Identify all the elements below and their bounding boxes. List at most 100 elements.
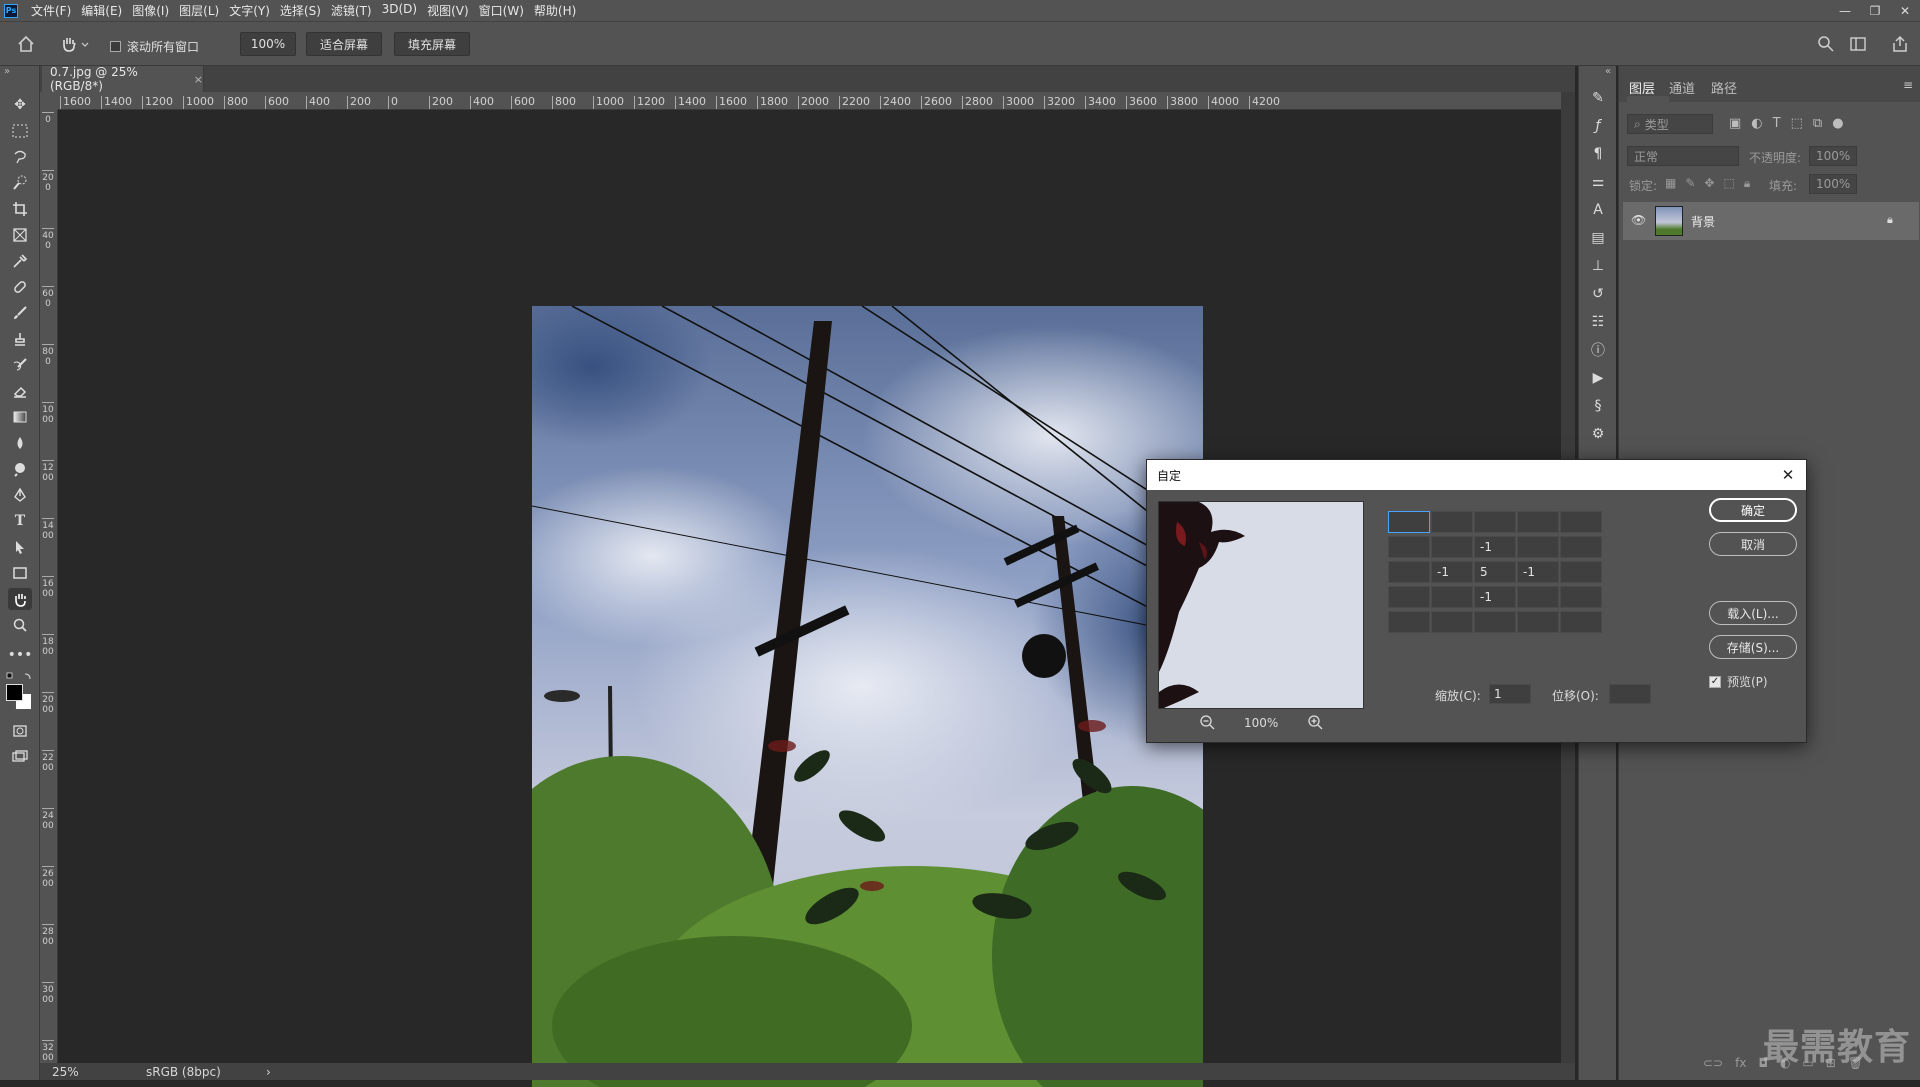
matrix-cell-r2c1[interactable]: -1 <box>1431 561 1473 583</box>
properties-icon[interactable]: ☷ <box>1588 312 1608 332</box>
matrix-cell-r2c3[interactable]: -1 <box>1517 561 1559 583</box>
close-tab-icon[interactable]: × <box>194 73 203 86</box>
lock-transparent-icon[interactable]: ▦ <box>1665 176 1676 191</box>
lock-all-icon[interactable]: 🔒︎ <box>1744 176 1750 191</box>
ok-button[interactable]: 确定 <box>1709 498 1797 522</box>
matrix-cell-r0c3[interactable] <box>1517 511 1559 533</box>
rectangle-tool-icon[interactable] <box>8 562 32 584</box>
frame-tool-icon[interactable] <box>8 224 32 246</box>
filter-toggle-icon[interactable]: ● <box>1832 116 1843 131</box>
matrix-cell-r0c2[interactable] <box>1474 511 1516 533</box>
vertical-ruler[interactable]: 0 200 400 600 800 1000 1200 1400 1600 1800 2000 220… <box>40 110 58 1064</box>
fill-screen-button[interactable]: 填充屏幕 <box>394 32 470 56</box>
menu-item-7[interactable]: 3D(D) <box>377 2 422 19</box>
status-zoom[interactable]: 25% <box>52 1065 122 1079</box>
glyphs-icon[interactable]: ƒ <box>1588 116 1608 136</box>
more-tools-icon[interactable]: ••• <box>8 644 33 666</box>
hand-tool-preset-icon[interactable] <box>58 33 90 55</box>
preview-check-icon[interactable]: ✓ <box>1709 675 1721 688</box>
document-image[interactable] <box>532 306 1203 1087</box>
zoom-in-icon[interactable] <box>1307 714 1323 730</box>
matrix-cell-r4c2[interactable] <box>1474 611 1516 633</box>
zoom-tool-icon[interactable] <box>8 614 32 636</box>
panel-menu-icon[interactable]: ≡ <box>1903 78 1913 92</box>
3d-icon[interactable]: ⚙ <box>1588 424 1608 444</box>
matrix-cell-r3c2[interactable]: -1 <box>1474 586 1516 608</box>
menu-item-4[interactable]: 文字(Y) <box>224 2 275 19</box>
menu-item-9[interactable]: 窗口(W) <box>474 2 529 19</box>
lock-position-icon[interactable]: ✥ <box>1704 176 1714 191</box>
filter-adjustment-icon[interactable]: ◐ <box>1751 116 1762 131</box>
pen-tool-icon[interactable] <box>8 484 32 506</box>
libraries-icon[interactable]: ▤ <box>1588 228 1608 248</box>
zoom-value-button[interactable]: 100% <box>240 32 296 56</box>
clone-source-icon[interactable]: ⊥ <box>1588 256 1608 276</box>
move-tool-icon[interactable]: ✥ <box>8 94 32 116</box>
filter-pixel-icon[interactable]: ▣ <box>1729 116 1741 131</box>
document-tab[interactable]: 0.7.jpg @ 25%(RGB/8*) × <box>42 65 204 93</box>
status-arrow-icon[interactable]: › <box>266 1065 271 1079</box>
close-window-button[interactable]: ✕ <box>1890 0 1920 21</box>
lasso-tool-icon[interactable] <box>8 146 32 168</box>
matrix-cell-r2c2[interactable]: 5 <box>1474 561 1516 583</box>
type-tool-icon[interactable]: T <box>8 510 32 532</box>
path-selection-tool-icon[interactable] <box>8 536 32 558</box>
matrix-cell-r1c2[interactable]: -1 <box>1474 536 1516 558</box>
scale-input[interactable]: 1 <box>1489 684 1531 704</box>
blend-mode-select[interactable]: 正常 <box>1627 146 1739 166</box>
swatches-icon[interactable]: § <box>1588 396 1608 416</box>
screen-mode-icon[interactable] <box>8 746 32 768</box>
matrix-cell-r1c0[interactable] <box>1388 536 1430 558</box>
matrix-cell-r4c3[interactable] <box>1517 611 1559 633</box>
eraser-tool-icon[interactable] <box>8 380 32 402</box>
offset-input[interactable] <box>1609 684 1651 704</box>
gradient-tool-icon[interactable] <box>8 406 32 428</box>
marquee-tool-icon[interactable] <box>8 120 32 142</box>
paragraph-icon[interactable]: ¶ <box>1588 144 1608 164</box>
matrix-cell-r3c4[interactable] <box>1560 586 1602 608</box>
matrix-cell-r0c0[interactable] <box>1388 511 1430 533</box>
collapse-toolbar-icon[interactable]: » <box>4 66 10 77</box>
adjustments-icon[interactable]: ⚌ <box>1588 172 1608 192</box>
actions-play-icon[interactable]: ▶ <box>1588 368 1608 388</box>
matrix-cell-r3c3[interactable] <box>1517 586 1559 608</box>
tab-layers[interactable]: 图层 <box>1629 78 1655 97</box>
matrix-cell-r4c0[interactable] <box>1388 611 1430 633</box>
quick-selection-tool-icon[interactable] <box>8 172 32 194</box>
menu-item-0[interactable]: 文件(F) <box>26 2 76 19</box>
matrix-cell-r3c1[interactable] <box>1431 586 1473 608</box>
lock-pixels-icon[interactable]: ✎ <box>1685 176 1695 191</box>
layer-name[interactable]: 背景 <box>1691 213 1715 230</box>
blur-tool-icon[interactable] <box>8 432 32 454</box>
save-button[interactable]: 存储(S)... <box>1709 635 1797 659</box>
checkbox-box[interactable] <box>110 41 121 52</box>
brush-tool-icon[interactable] <box>8 302 32 324</box>
matrix-cell-r1c3[interactable] <box>1517 536 1559 558</box>
swap-colors-icon[interactable] <box>6 670 34 680</box>
menu-item-2[interactable]: 图像(I) <box>127 2 174 19</box>
menu-item-8[interactable]: 视图(V) <box>422 2 474 19</box>
menu-item-1[interactable]: 编辑(E) <box>76 2 127 19</box>
clone-stamp-tool-icon[interactable] <box>8 328 32 350</box>
dialog-close-button[interactable]: ✕ <box>1778 465 1798 485</box>
history-brush-tool-icon[interactable] <box>8 354 32 376</box>
quick-mask-icon[interactable] <box>8 720 32 742</box>
filter-shape-icon[interactable]: ⬚ <box>1791 116 1803 131</box>
tab-channels[interactable]: 通道 <box>1669 78 1695 97</box>
fill-input[interactable]: 100% <box>1809 174 1857 194</box>
visibility-eye-icon[interactable]: 👁︎ <box>1631 213 1646 227</box>
matrix-cell-r1c4[interactable] <box>1560 536 1602 558</box>
history-icon[interactable]: ↺ <box>1588 284 1608 304</box>
character-icon[interactable]: A <box>1588 200 1608 220</box>
collapse-dock-icon[interactable]: « <box>1605 66 1611 77</box>
matrix-cell-r2c4[interactable] <box>1560 561 1602 583</box>
info-icon[interactable]: ⓘ <box>1588 340 1608 360</box>
load-button[interactable]: 载入(L)... <box>1709 601 1797 625</box>
matrix-cell-r1c1[interactable] <box>1431 536 1473 558</box>
tab-paths[interactable]: 路径 <box>1711 78 1737 97</box>
matrix-cell-r0c4[interactable] <box>1560 511 1602 533</box>
search-icon[interactable] <box>1816 34 1836 54</box>
opacity-input[interactable]: 100% <box>1809 146 1857 166</box>
layer-filter-select[interactable]: ⌕ 类型 <box>1627 114 1713 134</box>
layer-style-icon[interactable]: fx <box>1735 1056 1746 1070</box>
